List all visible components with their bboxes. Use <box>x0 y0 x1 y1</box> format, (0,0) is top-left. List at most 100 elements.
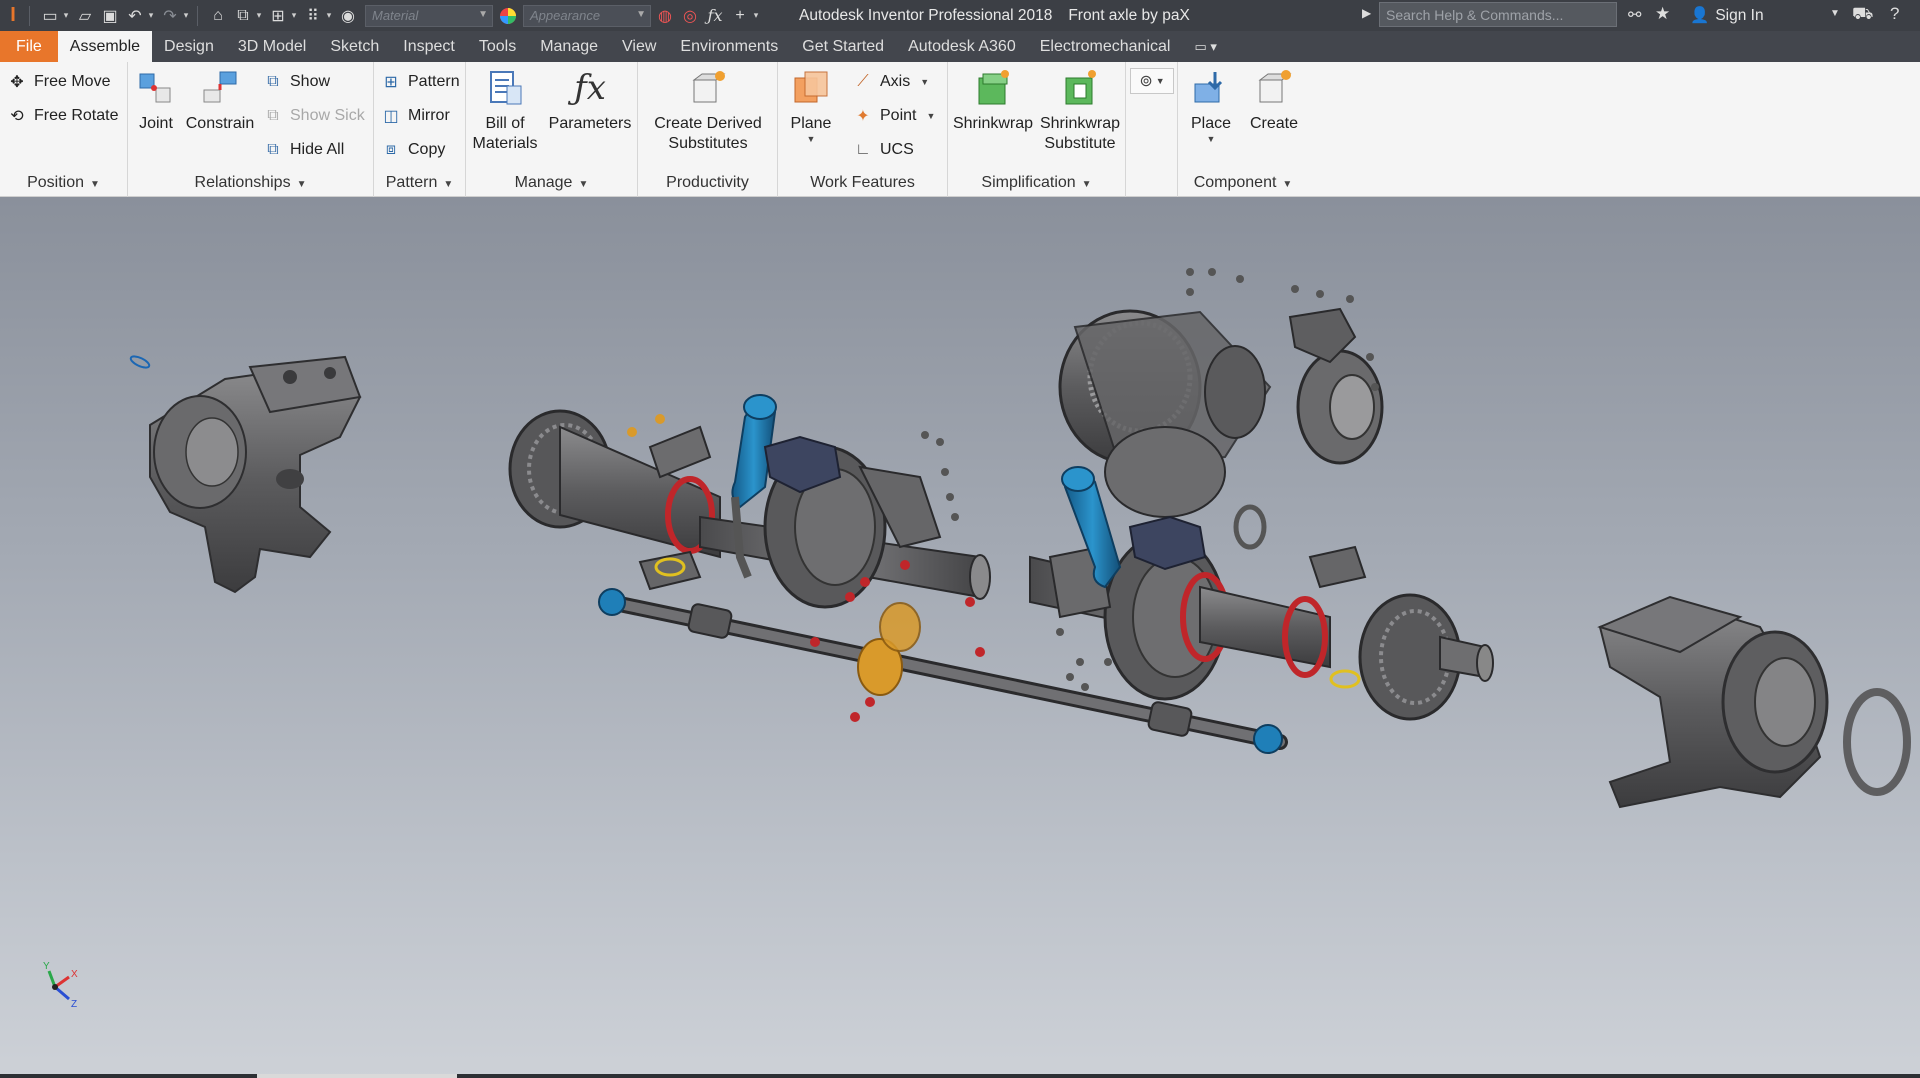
derived-label-line1: Create Derived <box>654 115 762 132</box>
update-icon[interactable]: ⊞ <box>267 5 289 27</box>
show-sick-button[interactable]: ⧉ Show Sick <box>262 102 364 130</box>
axis-button[interactable]: ⟋ Axis ▼ <box>852 68 929 96</box>
free-rotate-button[interactable]: ⟲ Free Rotate <box>6 102 118 130</box>
panel-title: Work Features <box>810 174 915 191</box>
help-icon[interactable]: ? <box>1890 4 1899 24</box>
select-dropdown-icon[interactable]: ▾ <box>254 10 264 21</box>
rotate-icon: ⟲ <box>10 108 24 125</box>
tab-sketch[interactable]: Sketch <box>318 31 391 62</box>
panel-label-position[interactable]: Position ▼ <box>0 171 127 195</box>
tab-3d-model[interactable]: 3D Model <box>226 31 318 62</box>
search-placeholder: Search Help & Commands... <box>1386 7 1564 23</box>
panel-label-simplification[interactable]: Simplification ▼ <box>948 171 1125 195</box>
tab-design[interactable]: Design <box>152 31 226 62</box>
document-tab-indicator[interactable] <box>257 1074 457 1078</box>
appearance-color-icon[interactable] <box>497 5 519 27</box>
panel-title: Relationships <box>194 174 291 191</box>
tab-assemble[interactable]: Assemble <box>57 31 153 62</box>
binoculars-icon[interactable]: ⚯ <box>1628 5 1641 25</box>
panel-title: Pattern <box>385 174 438 191</box>
panel-label-productivity: Productivity <box>638 171 777 195</box>
bill-of-materials-button[interactable]: Bill of Materials <box>472 66 538 154</box>
plane-button[interactable]: Plane ▼ <box>784 66 838 144</box>
panel-label-component[interactable]: Component ▼ <box>1178 171 1308 195</box>
tab-view[interactable]: View <box>610 31 668 62</box>
mirror-button[interactable]: ◫ Mirror <box>380 102 449 130</box>
appearance-combo[interactable]: Appearance ▼ <box>523 4 651 27</box>
parameters-button[interactable]: ƒx Parameters <box>548 66 632 134</box>
pattern-button[interactable]: ⊞ Pattern <box>380 68 460 96</box>
simplify-dropdown-button[interactable]: ⊚ ▼ <box>1130 68 1174 94</box>
bom-label-line2: Materials <box>472 135 538 152</box>
customize-dropdown-icon[interactable]: ▾ <box>751 10 761 21</box>
panel-label-manage[interactable]: Manage ▼ <box>466 171 637 195</box>
new-dropdown-icon[interactable]: ▾ <box>61 10 71 21</box>
fx-parameters-icon[interactable]: ƒx <box>704 5 726 27</box>
exploded-axle-assembly[interactable]: Y X Z <box>0 197 1920 1078</box>
select-icon[interactable]: ⧉ <box>232 5 254 27</box>
tab-file[interactable]: File <box>0 31 58 62</box>
search-help-input[interactable]: Search Help & Commands... <box>1379 2 1617 27</box>
panel-label-relationships[interactable]: Relationships ▼ <box>128 171 373 195</box>
point-button[interactable]: ✦ Point ▼ <box>852 102 935 130</box>
tab-electromechanical[interactable]: Electromechanical <box>1028 31 1183 62</box>
panel-label-work-features: Work Features <box>778 171 947 195</box>
show-label: Show <box>290 73 331 90</box>
save-icon[interactable]: ▣ <box>99 5 121 27</box>
update-dropdown-icon[interactable]: ▾ <box>289 10 299 21</box>
tab-tools[interactable]: Tools <box>467 31 528 62</box>
undo-dropdown-icon[interactable]: ▾ <box>146 10 156 21</box>
constrain-button[interactable]: Constrain <box>184 66 256 134</box>
free-move-button[interactable]: ✥ Free Move <box>6 68 110 96</box>
inventor-logo-icon[interactable]: I <box>3 4 23 27</box>
differential-housing[interactable] <box>1058 307 1384 518</box>
place-button[interactable]: Place ▼ <box>1184 66 1238 144</box>
create-button[interactable]: Create <box>1244 66 1304 134</box>
app-title: Autodesk Inventor Professional 2018 <box>799 6 1053 24</box>
chevron-down-icon: ▼ <box>443 179 454 190</box>
tab-manage[interactable]: Manage <box>528 31 610 62</box>
ribbon-options-icon[interactable]: ▭ ▾ <box>1182 31 1228 62</box>
expand-arrow-icon[interactable]: ▶ <box>1362 6 1371 20</box>
create-derived-substitutes-button[interactable]: Create Derived Substitutes <box>644 66 772 154</box>
pattern-label: Pattern <box>408 73 460 90</box>
open-folder-icon[interactable]: ▱ <box>74 5 96 27</box>
measure-icon[interactable]: ⠿ <box>302 5 324 27</box>
left-steering-knuckle[interactable] <box>129 354 362 594</box>
copy-button[interactable]: ⧈ Copy <box>380 136 445 164</box>
home-icon[interactable]: ⌂ <box>207 5 229 27</box>
show-sick-icon: ⧉ <box>267 107 279 124</box>
show-button[interactable]: ⧉ Show <box>262 68 330 96</box>
tab-environments[interactable]: Environments <box>668 31 790 62</box>
measure-dropdown-icon[interactable]: ▾ <box>324 10 334 21</box>
status-bar <box>0 1074 1920 1078</box>
panel-label-pattern[interactable]: Pattern ▼ <box>374 171 465 195</box>
coordinate-triad[interactable]: Y X Z <box>43 961 78 1010</box>
star-icon[interactable]: ★ <box>1655 4 1670 24</box>
material-combo[interactable]: Material ▼ <box>365 4 493 27</box>
ucs-button[interactable]: ∟ UCS <box>852 136 914 164</box>
new-file-icon[interactable]: ▭ <box>39 5 61 27</box>
panel-title: Productivity <box>666 174 749 191</box>
shrinkwrap-button[interactable]: Shrinkwrap <box>952 66 1034 134</box>
clear-appearance-icon[interactable]: ◎ <box>679 5 701 27</box>
plus-icon[interactable]: + <box>729 5 751 27</box>
panel-relationships: Joint Constrain ⧉ Show ⧉ Show Sick ⧉ Hid… <box>128 62 374 197</box>
adjust-appearance-icon[interactable]: ◍ <box>654 5 676 27</box>
material-sphere-icon[interactable]: ◉ <box>337 5 359 27</box>
tab-autodesk-a360[interactable]: Autodesk A360 <box>896 31 1028 62</box>
panel-productivity: Create Derived Substitutes Productivity <box>638 62 778 197</box>
sign-in-dropdown-icon[interactable]: ▼ <box>1830 8 1840 19</box>
right-steering-knuckle[interactable] <box>1597 595 1911 809</box>
joint-button[interactable]: Joint <box>134 66 178 134</box>
tab-get-started[interactable]: Get Started <box>790 31 896 62</box>
tab-inspect[interactable]: Inspect <box>391 31 467 62</box>
redo-icon[interactable]: ↷ <box>159 5 181 27</box>
shrinkwrap-substitute-button[interactable]: Shrinkwrap Substitute <box>1038 66 1122 154</box>
sign-in-button[interactable]: 👤 Sign In <box>1690 6 1764 25</box>
redo-dropdown-icon[interactable]: ▾ <box>181 10 191 21</box>
undo-icon[interactable]: ↶ <box>124 5 146 27</box>
hide-all-button[interactable]: ⧉ Hide All <box>262 136 344 164</box>
graphics-viewport[interactable]: Y X Z <box>0 197 1920 1078</box>
cart-icon[interactable]: ⛟ <box>1852 4 1873 26</box>
